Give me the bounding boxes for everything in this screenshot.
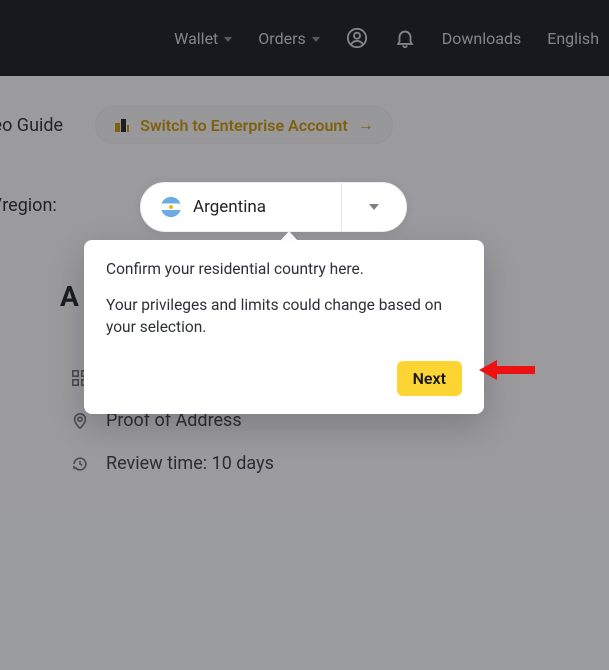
next-button[interactable]: Next <box>397 361 462 396</box>
country-select-value: Argentina <box>193 197 266 217</box>
chevron-down-icon <box>369 204 379 210</box>
country-select[interactable]: Argentina <box>140 182 407 232</box>
flag-argentina-icon <box>161 197 181 217</box>
popover-text-1: Confirm your residential country here. <box>106 260 462 278</box>
country-select-main[interactable]: Argentina <box>141 197 341 217</box>
callout-arrow-icon <box>479 360 535 380</box>
country-select-toggle[interactable] <box>342 204 406 210</box>
popover-text-2: Your privileges and limits could change … <box>106 294 462 339</box>
confirm-country-popover: Confirm your residential country here. Y… <box>84 240 484 414</box>
